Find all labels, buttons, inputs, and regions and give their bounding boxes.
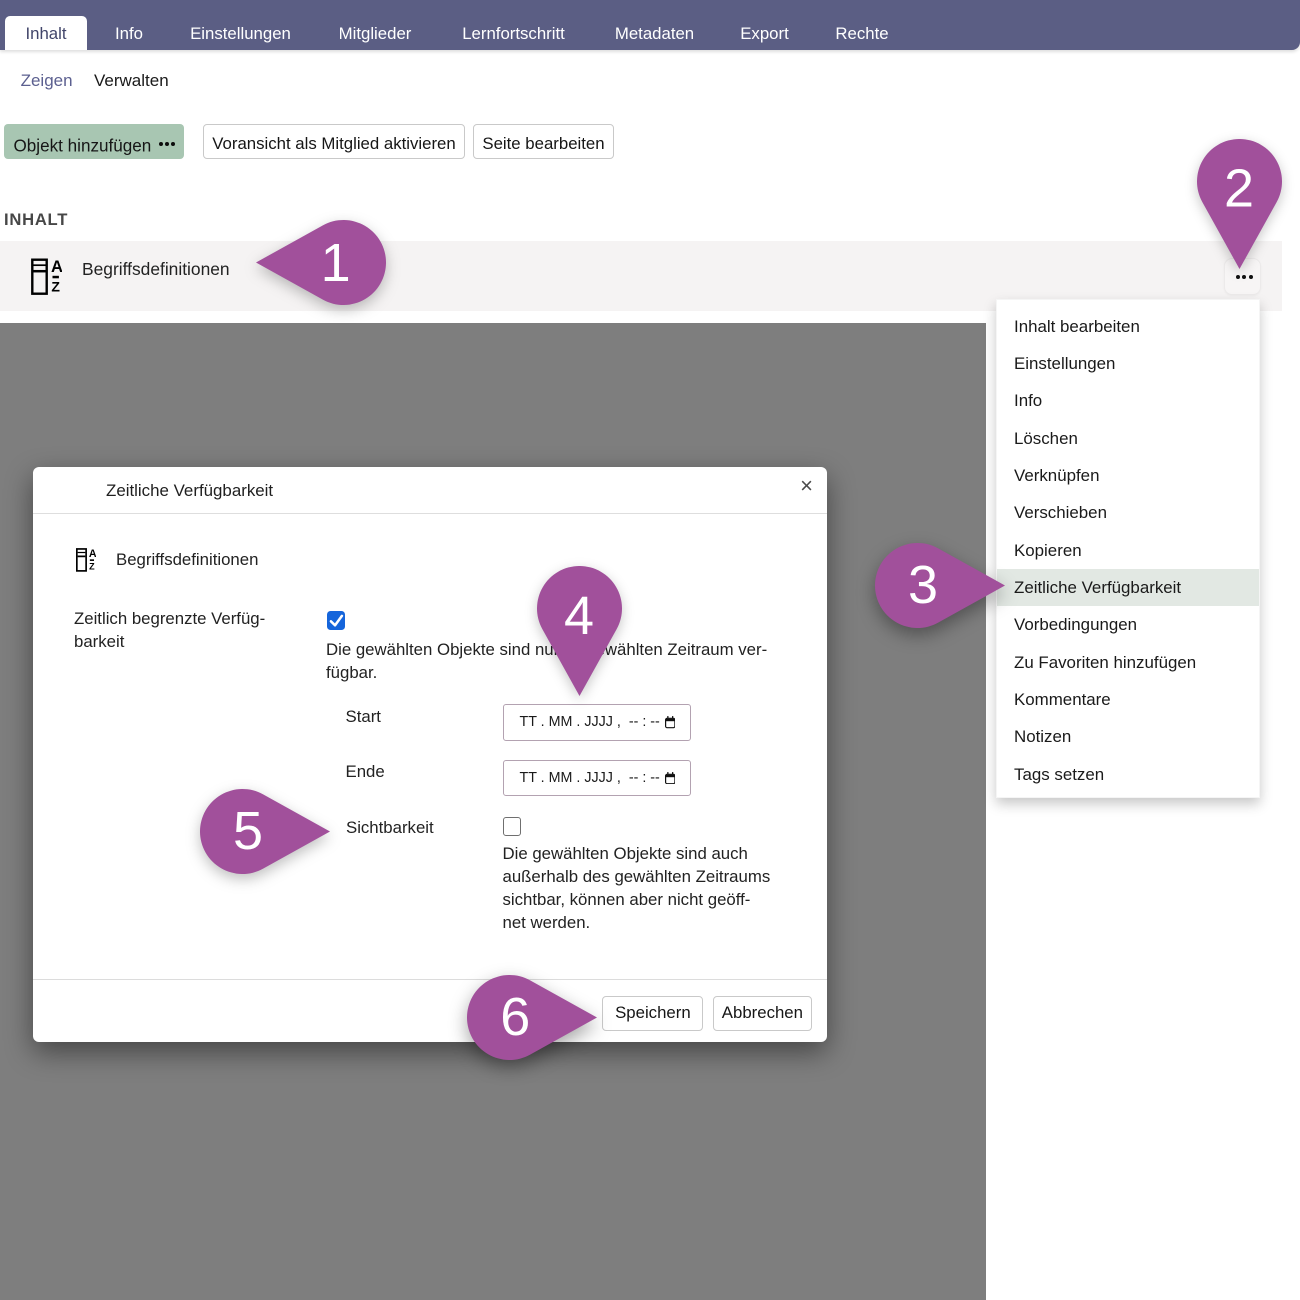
svg-text:A: A (51, 258, 62, 276)
svg-text:Z: Z (51, 279, 60, 295)
svg-text:A: A (89, 548, 96, 560)
svg-text:Z: Z (89, 561, 95, 571)
